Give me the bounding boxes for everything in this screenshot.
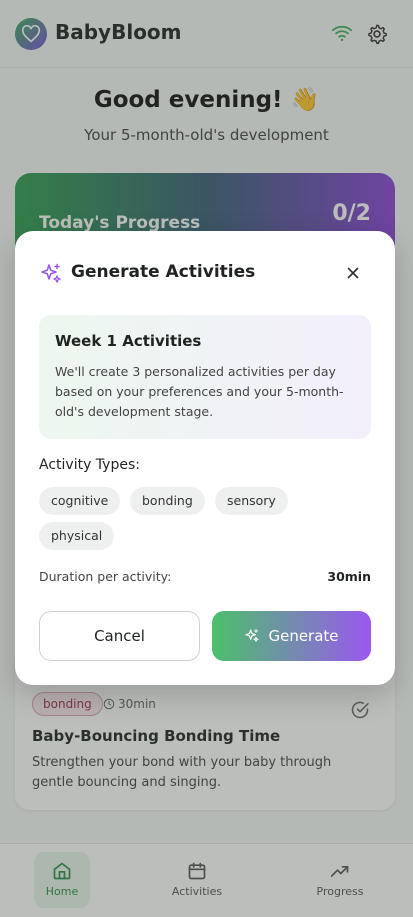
generate-button-label: Generate	[268, 627, 339, 645]
sparkles-icon	[245, 629, 260, 642]
sparkles-icon	[41, 263, 61, 283]
close-icon[interactable]	[344, 264, 362, 282]
modal-title: Generate Activities	[71, 262, 256, 282]
info-text: We'll create 3 personalized activities p…	[55, 364, 344, 419]
generate-button[interactable]: Generate	[212, 611, 371, 661]
cancel-button[interactable]: Cancel	[39, 611, 200, 661]
duration-label: Duration per activity:	[39, 569, 172, 584]
type-chip-sensory[interactable]: sensory	[215, 487, 288, 515]
info-title: Week 1 Activities	[55, 332, 202, 350]
generate-activities-modal: Generate Activities Week 1 Activities We…	[15, 231, 395, 685]
type-chip-physical[interactable]: physical	[39, 522, 115, 550]
activity-types-label: Activity Types:	[39, 457, 140, 473]
type-chip-bonding[interactable]: bonding	[130, 487, 205, 515]
info-box: Week 1 Activities We'll create 3 persona…	[39, 315, 371, 439]
duration-value: 30min	[327, 569, 371, 584]
type-chip-cognitive[interactable]: cognitive	[39, 487, 121, 515]
